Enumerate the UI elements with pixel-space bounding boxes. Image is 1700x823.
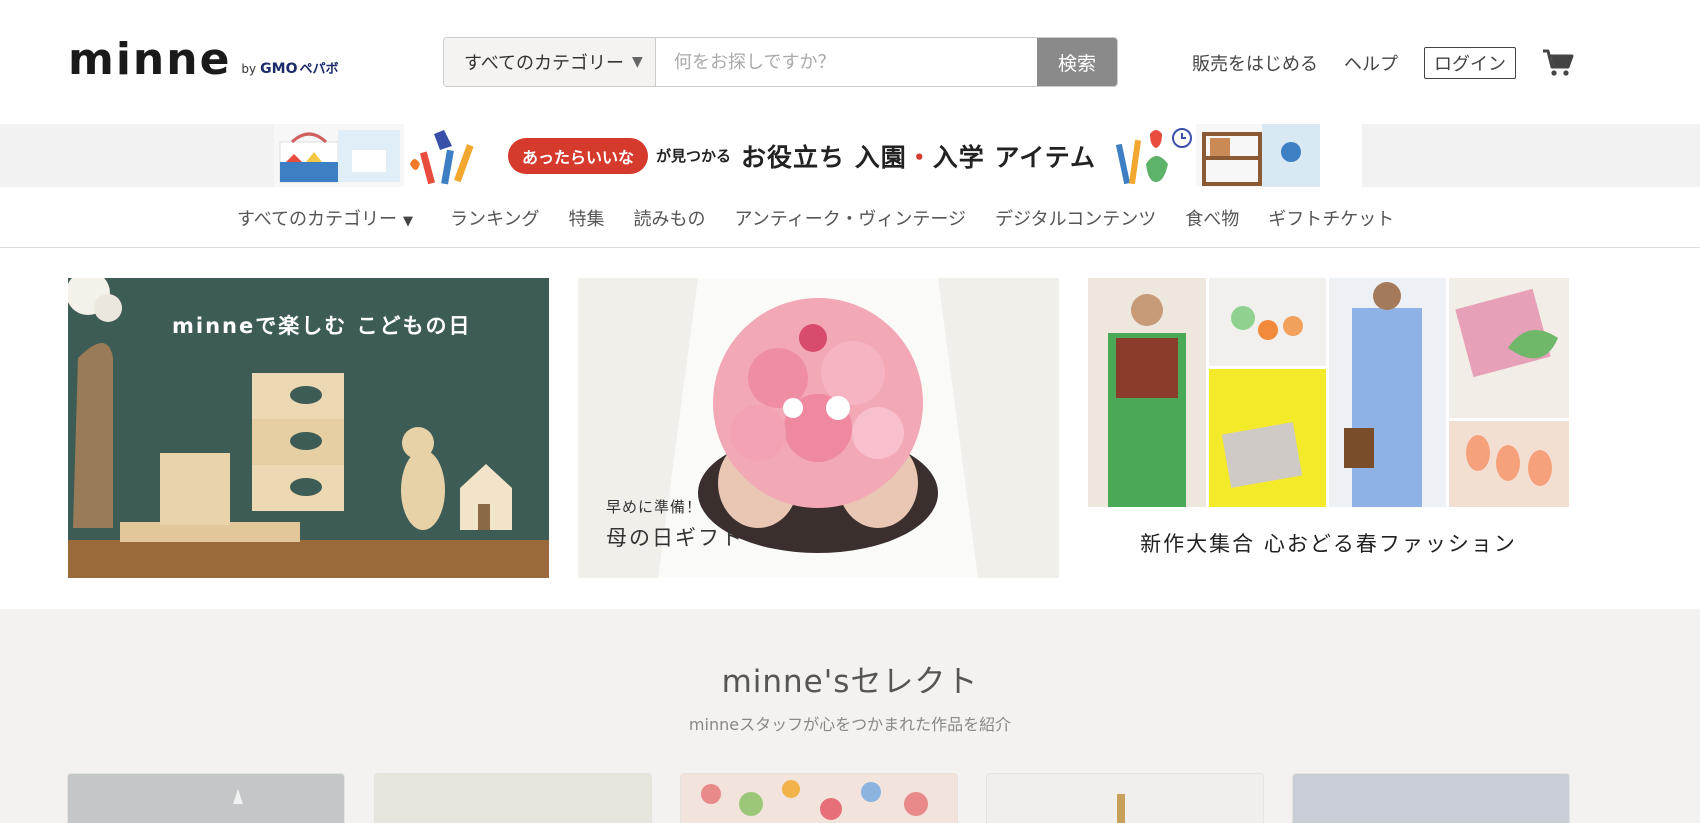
minnes-select-title: minne'sセレクト	[721, 664, 979, 700]
banner-title: お役立ち 入園・入学 アイテム	[741, 138, 1096, 174]
banner-bag-image	[274, 124, 404, 187]
help-link[interactable]: ヘルプ	[1344, 50, 1398, 76]
category-nav-list: すべてのカテゴリー ▼ ランキング 特集 読みもの アンティーク・ヴィンテージ デ…	[237, 187, 1423, 248]
nav-gift-ticket[interactable]: ギフトチケット	[1268, 205, 1394, 231]
select-item-4[interactable]	[987, 774, 1263, 823]
banner-title-dot: ・	[906, 142, 933, 172]
select-item-2[interactable]	[375, 774, 651, 823]
nav-articles[interactable]: 読みもの	[634, 205, 706, 231]
hero-card-spring-fashion[interactable]: 新作大集合 心おどる春ファッション	[1088, 278, 1569, 578]
logo-by-text: by	[241, 62, 257, 76]
search-category-label: すべてのカテゴリー	[464, 53, 625, 74]
nav-all-categories[interactable]: すべてのカテゴリー ▼	[237, 205, 413, 231]
select-item-1[interactable]	[68, 774, 344, 823]
select-item-5[interactable]	[1293, 774, 1569, 823]
select-item-1-image	[68, 774, 344, 823]
nav-food[interactable]: 食べ物	[1185, 205, 1239, 231]
select-item-5-image	[1293, 774, 1569, 823]
login-button[interactable]: ログイン	[1424, 47, 1516, 79]
caret-down-icon: ▼	[403, 213, 414, 229]
nav-antique-vintage[interactable]: アンティーク・ヴィンテージ	[735, 205, 966, 231]
banner-pencils-image	[404, 124, 500, 187]
caret-down-icon: ▼	[632, 54, 643, 70]
start-selling-link[interactable]: 販売をはじめる	[1192, 50, 1318, 76]
spring-fashion-title: 新作大集合 心おどる春ファッション	[1140, 532, 1517, 556]
search-button[interactable]: 検索	[1037, 38, 1117, 86]
cart-icon[interactable]	[1542, 48, 1574, 78]
select-item-3[interactable]	[681, 774, 957, 823]
nav-all-categories-label: すべてのカテゴリー	[237, 208, 398, 230]
minnes-select-section: minne'sセレクト minneスタッフが心をつかまれた作品を紹介	[0, 609, 1700, 823]
banner-shelf-image	[1196, 124, 1321, 187]
banner-strip: あったらいいな が見つかる お役立ち 入園・入学 アイテム	[0, 124, 1700, 187]
mothers-day-title: 母の日ギフト	[606, 526, 744, 550]
select-item-2-image	[375, 774, 651, 823]
nav-ranking[interactable]: ランキング	[450, 205, 539, 231]
logo-gmo-text: GMO	[260, 61, 298, 77]
banner-small-text: が見つかる	[656, 147, 732, 165]
banner-title-a: お役立ち	[741, 142, 846, 172]
minnes-select-subtitle: minneスタッフが心をつかまれた作品を紹介	[688, 715, 1012, 734]
select-item-3-image	[681, 774, 957, 823]
search-category-select[interactable]: すべてのカテゴリー ▼	[444, 38, 656, 86]
search-input[interactable]	[656, 38, 1037, 86]
select-item-4-image	[987, 774, 1263, 823]
nav-features[interactable]: 特集	[569, 205, 605, 231]
banner-tulip-image	[1106, 124, 1197, 187]
hero-section: minneで楽しむ こどもの日 早めに準備！ 母の日ギフト 新作大集合 心おどる…	[0, 249, 1700, 609]
spring-fashion-collage	[1088, 278, 1569, 507]
mothers-day-small: 早めに準備！	[606, 498, 703, 516]
category-nav: すべてのカテゴリー ▼ ランキング 特集 読みもの アンティーク・ヴィンテージ デ…	[0, 187, 1700, 248]
hero-card-mothers-day[interactable]: 早めに準備！ 母の日ギフト	[578, 278, 1059, 578]
banner-pill: あったらいいな	[508, 137, 649, 174]
campaign-banner[interactable]: あったらいいな が見つかる お役立ち 入園・入学 アイテム	[274, 124, 1362, 187]
banner-title-c: 入学	[932, 142, 985, 172]
childrens-day-title: minneで楽しむ こどもの日	[172, 314, 472, 338]
minne-logo[interactable]: minne by GMO ペパボ	[68, 38, 338, 82]
hero-card-childrens-day[interactable]: minneで楽しむ こどもの日	[68, 278, 549, 578]
banner-title-b: 入園	[854, 142, 907, 172]
nav-digital-contents[interactable]: デジタルコンテンツ	[995, 205, 1156, 231]
logo-pepabo-text: ペパボ	[299, 62, 339, 77]
site-header: minne by GMO ペパボ すべてのカテゴリー ▼ 検索 販売をはじめる …	[0, 0, 1700, 124]
header-links: 販売をはじめる ヘルプ ログイン	[1192, 47, 1574, 79]
banner-title-d: アイテム	[994, 142, 1097, 172]
search-bar: すべてのカテゴリー ▼ 検索	[443, 37, 1118, 87]
logo-wordmark: minne	[68, 34, 232, 85]
